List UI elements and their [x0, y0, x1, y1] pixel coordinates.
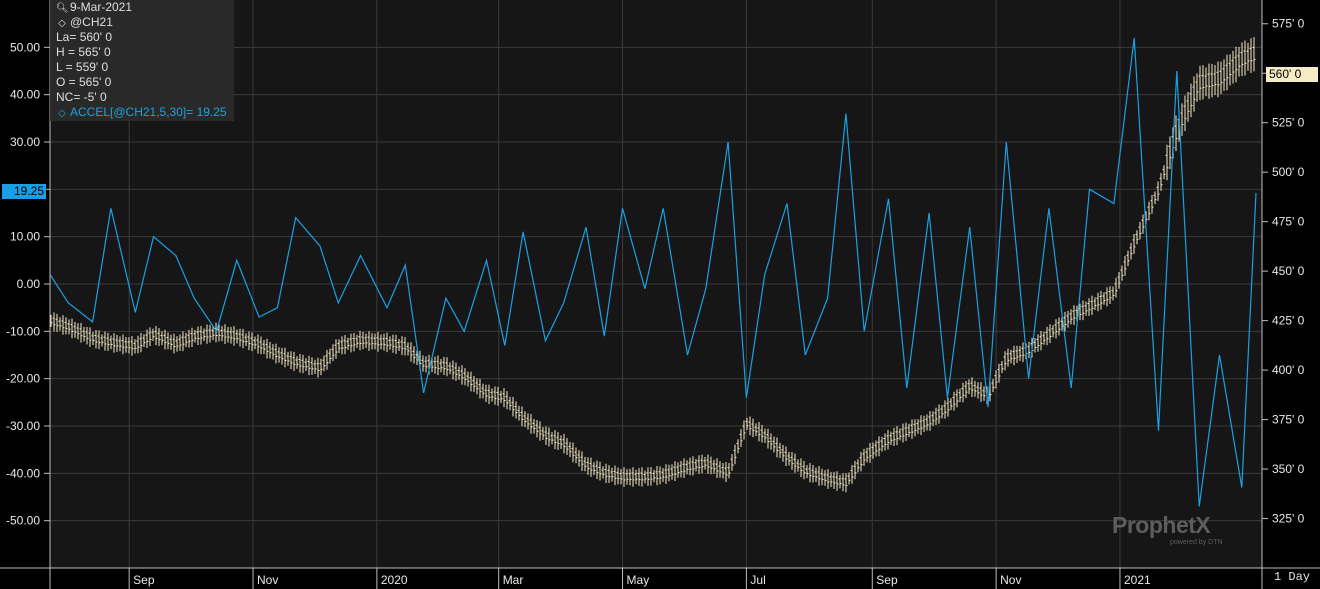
right-tick-label: 575' 0 [1272, 17, 1305, 31]
legend-low: L = 559' 0 [56, 60, 109, 74]
left-tick-label: 0.00 [17, 277, 41, 291]
x-tick-label: Nov [257, 573, 278, 587]
x-tick-label: Sep [876, 573, 898, 587]
left-tick-label: -40.00 [6, 466, 40, 480]
right-tick-label: 400' 0 [1272, 363, 1305, 377]
legend-symbol: @CH21 [70, 15, 113, 29]
left-tick-label: 30.00 [10, 135, 40, 149]
diamond-icon: ◇ [58, 18, 66, 29]
right-tick-label: 350' 0 [1272, 462, 1305, 476]
data-legend-panel[interactable]: 🔍︎9-Mar-2021 ◇ @CH21 La= 560' 0 H = 565' … [50, 0, 234, 121]
diamond-icon: ◇ [58, 108, 66, 119]
magnifier-icon: 🔍︎ [56, 3, 69, 14]
right-tick-label: 425' 0 [1272, 314, 1305, 328]
left-tick-label: 40.00 [10, 88, 40, 102]
left-tick-label: 50.00 [10, 40, 40, 54]
x-tick-label: 2021 [1124, 573, 1151, 587]
legend-net-change: NC= -5' 0 [56, 90, 107, 104]
right-tick-label: 500' 0 [1272, 165, 1305, 179]
left-tick-label: 10.00 [10, 230, 40, 244]
legend-study: ACCEL[@CH21,5,30]= 19.25 [70, 105, 227, 119]
x-tick-label: Sep [133, 573, 155, 587]
right-tick-label: 375' 0 [1272, 413, 1305, 427]
interval-selector[interactable]: 1 Day [1274, 570, 1310, 584]
x-tick-label: Mar [503, 573, 524, 587]
left-tick-label: -10.00 [6, 324, 40, 338]
x-tick-label: Nov [1000, 573, 1021, 587]
right-tick-label: 325' 0 [1272, 512, 1305, 526]
legend-symbol-row[interactable]: ◇ @CH21 [56, 15, 113, 29]
right-tick-label: 450' 0 [1272, 264, 1305, 278]
x-tick-label: May [627, 573, 650, 587]
last-price-tag: 560' 0 [1266, 67, 1318, 82]
right-tick-label: 475' 0 [1272, 215, 1305, 229]
legend-study-row[interactable]: ◇ ACCEL[@CH21,5,30]= 19.25 [56, 105, 227, 119]
x-tick-label: 2020 [381, 573, 408, 587]
x-tick-label: Jul [750, 573, 765, 587]
prophetx-logo: ProphetX [1112, 512, 1211, 538]
prophetx-logo-sub: powered by DTN [1170, 539, 1223, 546]
right-tick-label: 525' 0 [1272, 116, 1305, 130]
accel-value-tag: 19.25 [2, 184, 46, 199]
right-axis-panel [1262, 0, 1320, 568]
left-tick-label: -50.00 [6, 514, 40, 528]
legend-last: La= 560' 0 [56, 30, 113, 44]
left-tick-label: -20.00 [6, 372, 40, 386]
left-tick-label: -30.00 [6, 419, 40, 433]
legend-high: H = 565' 0 [56, 45, 111, 59]
bottom-axis-panel [0, 568, 1320, 589]
legend-date: 9-Mar-2021 [70, 0, 133, 14]
legend-open: O = 565' 0 [56, 75, 112, 89]
legend-date-row: 🔍︎9-Mar-2021 [56, 0, 132, 14]
